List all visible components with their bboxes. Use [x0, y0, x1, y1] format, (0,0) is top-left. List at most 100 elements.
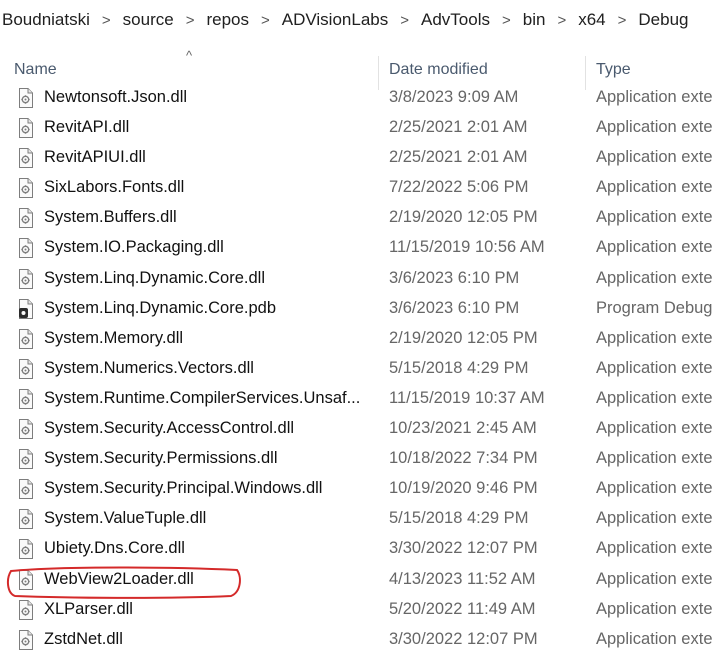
file-date-modified: 2/19/2020 12:05 PM [389, 328, 538, 347]
file-type: Application exte [596, 358, 713, 377]
file-name: SixLabors.Fonts.dll [44, 178, 185, 197]
file-name: System.ValueTuple.dll [44, 509, 207, 528]
file-row[interactable]: System.Buffers.dll 2/19/2020 12:05 PM Appl… [0, 204, 720, 234]
dll-file-icon [18, 118, 34, 139]
file-name: System.Numerics.Vectors.dll [44, 358, 254, 377]
chevron-right-icon[interactable]: > [102, 12, 111, 29]
file-date-modified: 3/30/2022 12:07 PM [389, 539, 538, 558]
dll-file-icon [18, 268, 34, 289]
file-name: System.Security.Permissions.dll [44, 449, 278, 468]
file-name: System.Linq.Dynamic.Core.dll [44, 268, 265, 287]
file-name: System.Memory.dll [44, 328, 184, 347]
dll-file-icon [18, 238, 34, 259]
file-name: System.Security.Principal.Windows.dll [44, 479, 323, 498]
file-date-modified: 11/15/2019 10:37 AM [389, 388, 545, 407]
file-type: Application exte [596, 238, 713, 257]
file-row[interactable]: RevitAPIUI.dll 2/25/2021 2:01 AM Applicati… [0, 144, 720, 174]
column-header-name[interactable]: Name [14, 56, 57, 84]
breadcrumb-item[interactable]: source [111, 10, 186, 30]
file-date-modified: 10/19/2020 9:46 PM [389, 479, 538, 498]
file-name: Newtonsoft.Json.dll [44, 88, 188, 106]
chevron-right-icon[interactable]: > [186, 12, 195, 29]
chevron-right-icon[interactable]: > [557, 12, 566, 29]
file-row[interactable]: SixLabors.Fonts.dll 7/22/2022 5:06 PM Appl… [0, 174, 720, 204]
dll-file-icon [18, 599, 34, 620]
file-date-modified: 2/19/2020 12:05 PM [389, 208, 538, 227]
file-row[interactable]: ZstdNet.dll 3/30/2022 12:07 PM Application… [0, 626, 720, 656]
file-date-modified: 10/23/2021 2:45 AM [389, 419, 537, 438]
file-type: Application exte [596, 178, 713, 197]
file-type: Application exte [596, 449, 713, 468]
dll-file-icon [18, 569, 34, 590]
dll-file-icon [18, 539, 34, 560]
file-name: RevitAPI.dll [44, 118, 130, 137]
file-row[interactable]: System.ValueTuple.dll 5/15/2018 4:29 PM Ap… [0, 505, 720, 535]
dll-file-icon [18, 479, 34, 500]
dll-file-icon [18, 148, 34, 169]
file-row[interactable]: System.IO.Packaging.dll 11/15/2019 10:56 … [0, 234, 720, 264]
file-name: Ubiety.Dns.Core.dll [44, 539, 185, 558]
dll-file-icon [18, 419, 34, 440]
file-row[interactable]: System.Memory.dll 2/19/2020 12:05 PM Appli… [0, 325, 720, 355]
sort-ascending-icon: ^ [186, 48, 193, 63]
file-list: Newtonsoft.Json.dll 3/8/2023 9:09 AM Appli… [0, 84, 720, 656]
file-row[interactable]: WebView2Loader.dll 4/13/2023 11:52 AM Appl… [0, 566, 720, 596]
breadcrumb-item[interactable]: AdvTools [409, 10, 502, 30]
file-type: Application exte [596, 599, 713, 618]
file-row[interactable]: System.Numerics.Vectors.dll 5/15/2018 4:2… [0, 355, 720, 385]
file-row[interactable]: System.Runtime.CompilerServices.Unsaf...… [0, 385, 720, 415]
file-row[interactable]: XLParser.dll 5/20/2022 11:49 AM Applicatio… [0, 596, 720, 626]
file-row[interactable]: Ubiety.Dns.Core.dll 3/30/2022 12:07 PM App… [0, 535, 720, 565]
file-type: Program Debug [596, 298, 713, 317]
file-type: Application exte [596, 419, 713, 438]
file-name: RevitAPIUI.dll [44, 148, 146, 167]
chevron-right-icon[interactable]: > [261, 12, 270, 29]
file-row[interactable]: Newtonsoft.Json.dll 3/8/2023 9:09 AM Appli… [0, 84, 720, 114]
file-date-modified: 3/6/2023 6:10 PM [389, 268, 520, 287]
file-name: ZstdNet.dll [44, 629, 123, 648]
dll-file-icon [18, 509, 34, 530]
file-name: System.IO.Packaging.dll [44, 238, 224, 257]
file-date-modified: 10/18/2022 7:34 PM [389, 449, 538, 468]
file-row[interactable]: System.Linq.Dynamic.Core.dll 3/6/2023 6:1… [0, 265, 720, 295]
file-row[interactable]: System.Linq.Dynamic.Core.pdb 3/6/2023 6:1… [0, 295, 720, 325]
file-name: System.Security.AccessControl.dll [44, 419, 295, 438]
file-name: WebView2Loader.dll [44, 569, 194, 588]
file-row[interactable]: System.Security.Principal.Windows.dll 10/… [0, 475, 720, 505]
column-header-date-modified[interactable]: Date modified [389, 56, 488, 84]
column-header-type[interactable]: Type [596, 56, 631, 84]
file-type: Application exte [596, 479, 713, 498]
breadcrumb-item[interactable]: repos [194, 10, 261, 30]
file-name: System.Runtime.CompilerServices.Unsaf... [44, 388, 361, 407]
file-type: Application exte [596, 629, 713, 648]
breadcrumb-item[interactable]: bin [511, 10, 558, 30]
file-date-modified: 3/30/2022 12:07 PM [389, 629, 538, 648]
file-date-modified: 5/20/2022 11:49 AM [389, 599, 536, 618]
file-date-modified: 2/25/2021 2:01 AM [389, 118, 528, 137]
file-date-modified: 5/15/2018 4:29 PM [389, 358, 529, 377]
file-date-modified: 3/6/2023 6:10 PM [389, 298, 520, 317]
file-name: System.Buffers.dll [44, 208, 177, 227]
dll-file-icon [18, 328, 34, 349]
dll-file-icon [18, 208, 34, 229]
file-date-modified: 2/25/2021 2:01 AM [389, 148, 528, 167]
breadcrumb-item[interactable]: ADVisionLabs [270, 10, 400, 30]
breadcrumb-item[interactable]: Debug [626, 10, 700, 30]
file-name: System.Linq.Dynamic.Core.pdb [44, 298, 277, 317]
dll-file-icon [18, 629, 34, 650]
file-row[interactable]: RevitAPI.dll 2/25/2021 2:01 AM Application… [0, 114, 720, 144]
dll-file-icon [18, 358, 34, 379]
chevron-right-icon[interactable]: > [618, 12, 627, 29]
file-row[interactable]: System.Security.AccessControl.dll 10/23/2… [0, 415, 720, 445]
file-date-modified: 7/22/2022 5:06 PM [389, 178, 529, 197]
file-name: XLParser.dll [44, 599, 133, 618]
file-date-modified: 4/13/2023 11:52 AM [389, 569, 536, 588]
chevron-right-icon[interactable]: > [400, 12, 409, 29]
breadcrumb-item[interactable]: Boudniatski [0, 10, 102, 30]
file-type: Application exte [596, 118, 713, 137]
breadcrumb-item[interactable]: x64 [566, 10, 617, 30]
chevron-right-icon[interactable]: > [502, 12, 511, 29]
dll-file-icon [18, 388, 34, 409]
file-type: Application exte [596, 328, 713, 347]
file-row[interactable]: System.Security.Permissions.dll 10/18/202… [0, 445, 720, 475]
